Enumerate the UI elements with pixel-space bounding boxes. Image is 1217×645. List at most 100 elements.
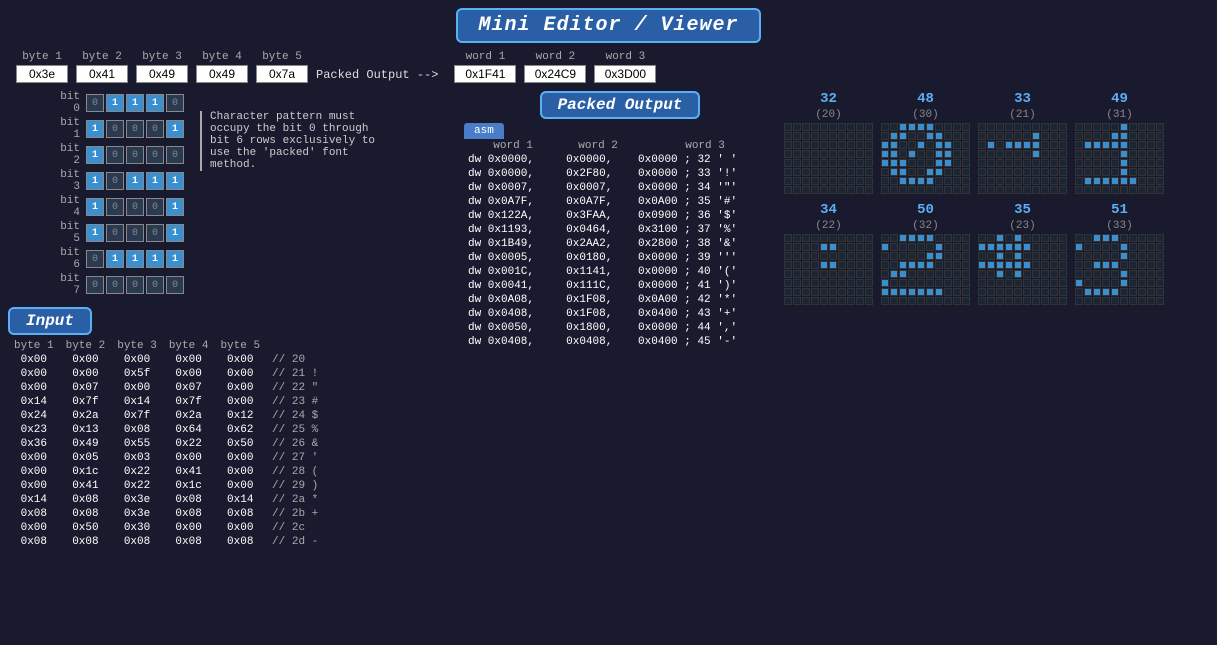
bit-cell-r3-c1[interactable]: 0 bbox=[106, 172, 124, 190]
bit-cell-r5-c0[interactable]: 1 bbox=[86, 224, 104, 242]
bit-cell-r0-c4[interactable]: 0 bbox=[166, 94, 184, 112]
pixel-6-1-4 bbox=[1014, 243, 1022, 251]
bit-cell-r4-c3[interactable]: 0 bbox=[146, 198, 164, 216]
bit-cell-r6-c2[interactable]: 1 bbox=[126, 250, 144, 268]
pixel-3-0-3 bbox=[1102, 123, 1110, 131]
char-label-1: 48 bbox=[917, 91, 934, 107]
pixel-3-1-1 bbox=[1084, 132, 1092, 140]
bit-cell-r3-c3[interactable]: 1 bbox=[146, 172, 164, 190]
bit-cell-r1-c3[interactable]: 0 bbox=[146, 120, 164, 138]
bit-cell-r0-c1[interactable]: 1 bbox=[106, 94, 124, 112]
input-cell-r1-c0: 0x00 bbox=[8, 367, 60, 381]
bit-cell-r2-c1[interactable]: 0 bbox=[106, 146, 124, 164]
word3-input[interactable] bbox=[594, 65, 656, 83]
bit-cell-r7-c1[interactable]: 0 bbox=[106, 276, 124, 294]
word1-input[interactable] bbox=[454, 65, 516, 83]
pixel-4-0-6 bbox=[838, 234, 846, 242]
bit-cell-r6-c3[interactable]: 1 bbox=[146, 250, 164, 268]
input-cell-r8-c4: 0x00 bbox=[214, 465, 266, 479]
pixel-2-3-3 bbox=[1005, 150, 1013, 158]
pixel-6-2-6 bbox=[1032, 252, 1040, 260]
bit-cell-r0-c0[interactable]: 0 bbox=[86, 94, 104, 112]
pixel-6-2-1 bbox=[987, 252, 995, 260]
pixel-1-5-4 bbox=[917, 168, 925, 176]
bit-row-3: bit 310111 bbox=[48, 169, 184, 193]
pixel-4-2-4 bbox=[820, 252, 828, 260]
asm-tab[interactable]: asm bbox=[464, 123, 776, 139]
pixel-7-2-9 bbox=[1156, 252, 1164, 260]
bit-cell-r7-c0[interactable]: 0 bbox=[86, 276, 104, 294]
output-cell-r12-c2: 0x0000 ; 44 ',' bbox=[634, 321, 776, 335]
bit-cell-r5-c3[interactable]: 0 bbox=[146, 224, 164, 242]
output-cell-r10-c1: 0x1F08, bbox=[562, 293, 634, 307]
pixel-3-5-3 bbox=[1102, 168, 1110, 176]
pixel-6-5-6 bbox=[1032, 279, 1040, 287]
input-section-label-box: Input bbox=[8, 301, 452, 339]
bit-cell-r4-c1[interactable]: 0 bbox=[106, 198, 124, 216]
pixel-3-6-8 bbox=[1147, 177, 1155, 185]
bit-cell-r6-c0[interactable]: 0 bbox=[86, 250, 104, 268]
bit-cell-r2-c4[interactable]: 0 bbox=[166, 146, 184, 164]
byte5-input[interactable] bbox=[256, 65, 308, 83]
bit-cell-r1-c0[interactable]: 1 bbox=[86, 120, 104, 138]
pixel-3-4-5 bbox=[1120, 159, 1128, 167]
pixel-0-1-2 bbox=[802, 132, 810, 140]
pixel-1-7-9 bbox=[962, 186, 970, 194]
word2-input[interactable] bbox=[524, 65, 586, 83]
pixel-7-0-1 bbox=[1084, 234, 1092, 242]
input-cell-r8-c2: 0x22 bbox=[111, 465, 163, 479]
output-cell-r1-c1: 0x2F80, bbox=[562, 167, 634, 181]
bit-cell-r4-c2[interactable]: 0 bbox=[126, 198, 144, 216]
input-cell-r4-c1: 0x2a bbox=[60, 409, 112, 423]
bit-cell-r3-c0[interactable]: 1 bbox=[86, 172, 104, 190]
bit-cell-r4-c0[interactable]: 1 bbox=[86, 198, 104, 216]
pixel-7-4-4 bbox=[1111, 270, 1119, 278]
bit-cell-r5-c2[interactable]: 0 bbox=[126, 224, 144, 242]
bit-cell-r7-c2[interactable]: 0 bbox=[126, 276, 144, 294]
bit-cell-r1-c1[interactable]: 0 bbox=[106, 120, 124, 138]
bit-cell-r5-c4[interactable]: 1 bbox=[166, 224, 184, 242]
char-label-5: 50 bbox=[917, 202, 934, 218]
bit-cell-r6-c1[interactable]: 1 bbox=[106, 250, 124, 268]
pixel-5-4-2 bbox=[899, 270, 907, 278]
bit-cell-r7-c4[interactable]: 0 bbox=[166, 276, 184, 294]
bit-cell-r6-c4[interactable]: 1 bbox=[166, 250, 184, 268]
bit-cell-r5-c1[interactable]: 0 bbox=[106, 224, 124, 242]
pixel-5-7-5 bbox=[926, 297, 934, 305]
byte4-input[interactable] bbox=[196, 65, 248, 83]
pixel-2-1-3 bbox=[1005, 132, 1013, 140]
pixel-6-3-1 bbox=[987, 261, 995, 269]
pixel-2-6-9 bbox=[1059, 177, 1067, 185]
pixel-7-4-1 bbox=[1084, 270, 1092, 278]
pixel-3-2-7 bbox=[1138, 141, 1146, 149]
input-cell-r7-c4: 0x00 bbox=[214, 451, 266, 465]
bit-cell-r7-c3[interactable]: 0 bbox=[146, 276, 164, 294]
input-cell-r1-c2: 0x5f bbox=[111, 367, 163, 381]
pixel-2-1-1 bbox=[987, 132, 995, 140]
pixel-6-3-9 bbox=[1059, 261, 1067, 269]
bit-cell-r0-c3[interactable]: 1 bbox=[146, 94, 164, 112]
byte1-input[interactable] bbox=[16, 65, 68, 83]
output-col-word2: word 2 bbox=[562, 139, 634, 153]
byte3-input[interactable] bbox=[136, 65, 188, 83]
bit-cell-r4-c4[interactable]: 1 bbox=[166, 198, 184, 216]
pixel-6-0-7 bbox=[1041, 234, 1049, 242]
bit-cell-r3-c2[interactable]: 1 bbox=[126, 172, 144, 190]
bit-cell-r1-c4[interactable]: 1 bbox=[166, 120, 184, 138]
bit-cell-r2-c3[interactable]: 0 bbox=[146, 146, 164, 164]
output-cell-r6-c0: dw 0x1B49, bbox=[464, 237, 562, 251]
pixel-5-3-2 bbox=[899, 261, 907, 269]
pixel-5-1-8 bbox=[953, 243, 961, 251]
bit-cell-r1-c2[interactable]: 0 bbox=[126, 120, 144, 138]
pixel-1-0-5 bbox=[926, 123, 934, 131]
bit-cell-r3-c4[interactable]: 1 bbox=[166, 172, 184, 190]
pixel-6-6-9 bbox=[1059, 288, 1067, 296]
input-cell-r3-c2: 0x14 bbox=[111, 395, 163, 409]
bit-cell-r0-c2[interactable]: 1 bbox=[126, 94, 144, 112]
bit-cell-r2-c2[interactable]: 0 bbox=[126, 146, 144, 164]
output-cell-r11-c0: dw 0x0408, bbox=[464, 307, 562, 321]
pixel-1-6-5 bbox=[926, 177, 934, 185]
byte2-input[interactable] bbox=[76, 65, 128, 83]
byte1-label: byte 1 bbox=[22, 51, 62, 63]
bit-cell-r2-c0[interactable]: 1 bbox=[86, 146, 104, 164]
